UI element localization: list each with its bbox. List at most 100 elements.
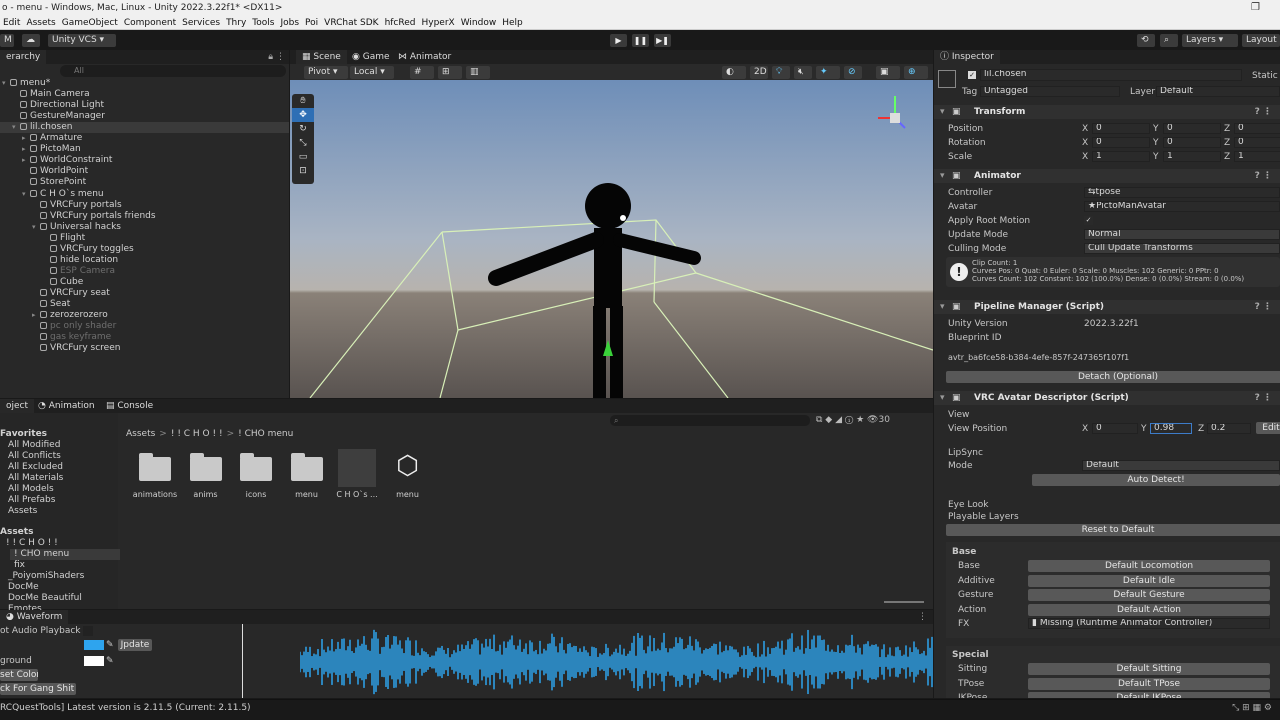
lock-icon[interactable]: 🔒︎ [268, 50, 273, 64]
hierarchy-row[interactable]: ▸ Armature [0, 133, 289, 144]
layer-dropdown[interactable]: Default [1156, 86, 1280, 97]
project-filter-icons[interactable]: ⧉ ◆ ◢ ⓘ ★ 👁︎30 [816, 413, 890, 427]
view-z-field[interactable]: 0.2 [1207, 423, 1251, 434]
transform-scl-x-field[interactable]: 1 [1092, 151, 1150, 162]
menu-item[interactable]: HyperX [418, 16, 457, 30]
eyedropper-icon[interactable]: ✎ [106, 640, 114, 650]
assets-tree-item[interactable]: fix [10, 560, 120, 571]
avatar-field[interactable]: ★PictoManAvatar [1084, 201, 1280, 212]
tab-hierarchy[interactable]: erarchy [0, 50, 47, 64]
pivot-dropdown[interactable]: Pivot ▾ [304, 66, 348, 79]
transform-header[interactable]: Transform ▾ ▣ ? ⋮ [934, 105, 1280, 119]
background-color-swatch[interactable] [84, 656, 104, 666]
hierarchy-row[interactable]: ▸ zerozerozero [0, 310, 289, 321]
assets-tree-item[interactable]: DocMe Beautiful [4, 593, 114, 604]
animator-header[interactable]: Animator ▾ ▣ ? ⋮ [934, 169, 1280, 183]
account-button[interactable]: M [0, 34, 14, 47]
update-button[interactable]: Jpdate [118, 639, 152, 651]
favorites-item[interactable]: All Conflicts [8, 451, 61, 462]
scene-viewport[interactable] [290, 80, 933, 398]
effects-icon[interactable]: ✦ [816, 66, 840, 79]
rotate-tool-icon[interactable]: ↻ [292, 122, 314, 136]
shading-icon[interactable]: ◐ [722, 66, 746, 79]
transform-scl-z-field[interactable]: 1 [1234, 151, 1280, 162]
hierarchy-row[interactable]: Seat [0, 299, 289, 310]
hierarchy-row[interactable]: pc only shader [0, 321, 289, 332]
lipsync-mode-dropdown[interactable]: Default [1082, 460, 1280, 471]
foldout-icon[interactable]: ▾ [940, 391, 945, 405]
hierarchy-row[interactable]: Directional Light [0, 100, 289, 111]
favorites-item[interactable]: All Modified [8, 440, 60, 451]
expand-arrow-icon[interactable]: ▸ [22, 155, 30, 166]
assets-tree-item[interactable]: ! ! C H O ! ! [2, 538, 112, 549]
tab-inspector[interactable]: ⓘ Inspector [934, 50, 1000, 64]
waveform-color-swatch[interactable] [84, 640, 104, 650]
expand-arrow-icon[interactable]: ▸ [32, 310, 40, 321]
local-dropdown[interactable]: Local ▾ [350, 66, 394, 79]
menu-item[interactable]: Component [121, 16, 179, 30]
hierarchy-row[interactable]: gas keyframe [0, 332, 289, 343]
special-layer-button[interactable]: Default Sitting [1028, 663, 1270, 675]
menu-item[interactable]: Window [458, 16, 500, 30]
expand-arrow-icon[interactable]: ▾ [22, 189, 30, 200]
more-icon[interactable]: ⋮ [918, 610, 927, 624]
transform-rot-y-field[interactable]: 0 [1163, 137, 1221, 148]
menu-item[interactable]: Edit [0, 16, 23, 30]
view-y-field[interactable]: 0.98 [1150, 423, 1192, 434]
foldout-icon[interactable]: ▾ [940, 300, 945, 314]
menu-item[interactable]: Assets [23, 16, 58, 30]
hierarchy-row[interactable]: ▾ Universal hacks [0, 222, 289, 233]
toggle-2d-button[interactable]: 2D [750, 66, 768, 79]
descriptor-header[interactable]: VRC Avatar Descriptor (Script) ▾ ▣ ? ⋮ [934, 391, 1280, 405]
assets-tree-item[interactable]: _PoiyomiShaders [4, 571, 114, 582]
layout-dropdown[interactable]: Layout [1242, 34, 1280, 47]
special-layer-button[interactable]: Default IKPose [1028, 692, 1270, 698]
camera-icon[interactable]: ▣ [876, 66, 900, 79]
transform-tool-icon[interactable]: ⊡ [292, 164, 314, 178]
apply-root-motion-checkbox[interactable]: ✓ [1084, 216, 1093, 225]
menu-item[interactable]: Help [499, 16, 526, 30]
detach-button[interactable]: Detach (Optional) [946, 371, 1280, 383]
transform-rot-z-field[interactable]: 0 [1234, 137, 1280, 148]
grid-icon[interactable]: # [410, 66, 434, 79]
hierarchy-row[interactable]: WorldPoint [0, 166, 289, 177]
playhead[interactable] [242, 624, 243, 698]
hierarchy-search-input[interactable]: All [60, 65, 286, 77]
transform-pos-z-field[interactable]: 0 [1234, 123, 1280, 134]
auto-detect-button[interactable]: Auto Detect! [1032, 474, 1280, 486]
tab-animation[interactable]: ◔ Animation [32, 399, 101, 413]
controller-field[interactable]: ⇆tpose [1084, 187, 1280, 198]
asset-item[interactable]: icons [231, 443, 281, 505]
component-menu-icon[interactable]: ? ⋮ [1255, 391, 1272, 405]
breadcrumb-item[interactable]: ! ! C H O ! ! [171, 429, 223, 439]
vcs-dropdown[interactable]: Unity VCS ▾ [48, 34, 116, 47]
component-menu-icon[interactable]: ? ⋮ [1255, 300, 1272, 314]
hierarchy-row[interactable]: hide location [0, 255, 289, 266]
hierarchy-row[interactable]: ESP Camera [0, 266, 289, 277]
hidden-icon[interactable]: ⊘ [844, 66, 862, 79]
menu-item[interactable]: Poi [302, 16, 321, 30]
expand-arrow-icon[interactable]: ▸ [22, 133, 30, 144]
playable-layers-foldout[interactable]: Playable Layers [948, 512, 1019, 522]
expand-arrow-icon[interactable]: ▸ [22, 144, 30, 155]
zoom-slider[interactable] [884, 601, 924, 603]
menu-item[interactable]: Thry [223, 16, 249, 30]
asset-item[interactable]: C H O`s ... [332, 443, 382, 505]
base-layer-button[interactable]: Default Action [1028, 603, 1270, 616]
asset-item[interactable]: anims [181, 443, 231, 505]
menu-item[interactable]: Tools [249, 16, 277, 30]
increment-icon[interactable]: ▥ [466, 66, 490, 79]
tab-animator[interactable]: ⋈ Animator [392, 50, 457, 64]
hierarchy-row[interactable]: GestureManager [0, 111, 289, 122]
view-foldout[interactable]: View [948, 410, 969, 420]
hierarchy-row[interactable]: VRCFury toggles [0, 244, 289, 255]
hierarchy-row[interactable]: VRCFury portals [0, 200, 289, 211]
foldout-icon[interactable]: ▾ [940, 105, 945, 119]
track-button[interactable]: ck For Gang Shit :3 [0, 683, 76, 695]
transform-scl-y-field[interactable]: 1 [1163, 151, 1221, 162]
favorites-item[interactable]: Assets [8, 506, 37, 517]
history-icon[interactable]: ⟲ [1137, 34, 1155, 47]
active-checkbox[interactable]: ✓ [968, 71, 976, 79]
asset-item[interactable]: menu [282, 443, 332, 505]
pipeline-header[interactable]: Pipeline Manager (Script) ▾ ▣ ? ⋮ [934, 300, 1280, 314]
